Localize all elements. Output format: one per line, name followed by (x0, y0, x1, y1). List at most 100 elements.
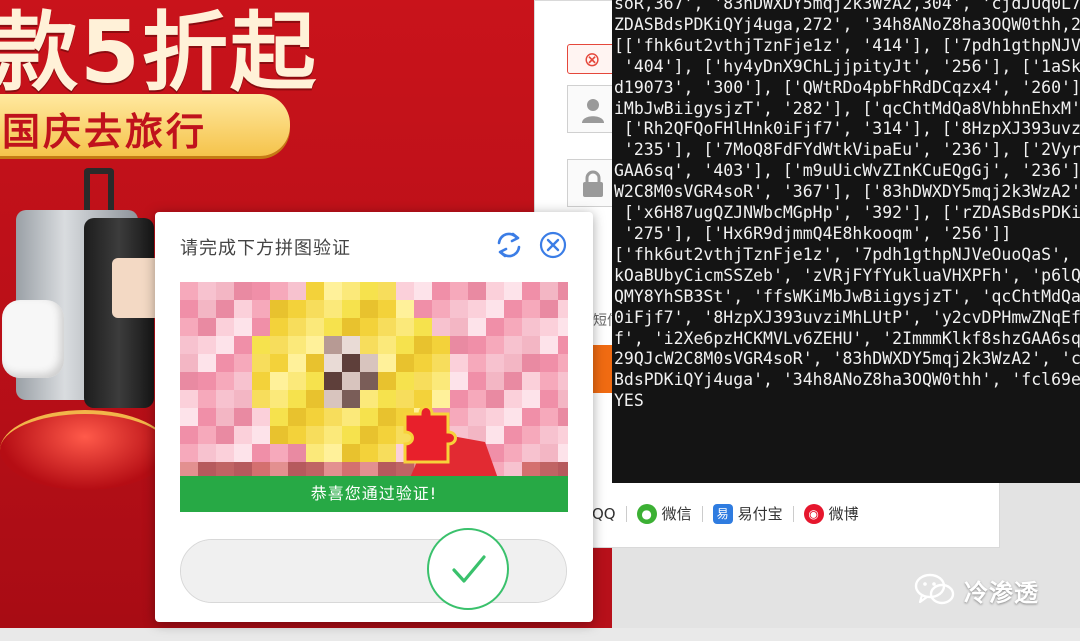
social-weibo-label: 微博 (828, 505, 859, 523)
terminal-line: ZDASBdsPDKiQYj4uga,272', '34h8ANoZ8ha3OQ… (614, 14, 1080, 34)
mosaic-tile (378, 444, 396, 462)
mosaic-tile (288, 444, 306, 462)
mosaic-tile (360, 426, 378, 444)
terminal-line: kOaBUbyCicmSSZeb', 'zVRjFYfYukluaVHXPFh'… (614, 265, 1080, 285)
mosaic-tile (180, 372, 198, 390)
mosaic-tile (216, 390, 234, 408)
mosaic-tile (270, 354, 288, 372)
mosaic-tile (558, 282, 568, 300)
mosaic-tile (396, 282, 414, 300)
mosaic-tile (252, 408, 270, 426)
mosaic-tile (432, 354, 450, 372)
mosaic-tile (198, 354, 216, 372)
mosaic-tile (378, 426, 396, 444)
mosaic-tile (540, 318, 558, 336)
mosaic-tile (324, 390, 342, 408)
mosaic-tile (342, 282, 360, 300)
mosaic-tile (270, 282, 288, 300)
mosaic-tile (558, 354, 568, 372)
mosaic-tile (288, 318, 306, 336)
terminal-line: '404'], ['hy4yDnX9ChLjjpityJt', '256'], … (614, 56, 1080, 76)
social-wechat[interactable]: ● 微信 (636, 503, 692, 524)
mosaic-tile (450, 318, 468, 336)
social-yifubao[interactable]: 易 易付宝 (712, 503, 783, 524)
mosaic-tile (198, 372, 216, 390)
mosaic-tile (270, 444, 288, 462)
mosaic-tile (306, 318, 324, 336)
mosaic-tile (180, 282, 198, 300)
mosaic-tile (378, 372, 396, 390)
mosaic-tile (342, 318, 360, 336)
mosaic-tile (468, 282, 486, 300)
mosaic-tile (180, 318, 198, 336)
watermark: 冷渗透 (914, 572, 1039, 608)
mosaic-tile (414, 354, 432, 372)
mosaic-tile (234, 282, 252, 300)
mosaic-tile (522, 408, 540, 426)
mosaic-tile (216, 354, 234, 372)
terminal-line: f', 'i2Xe6pzHCKMVLv6ZEHU', '2ImmmKlkf8sh… (614, 328, 1080, 348)
mosaic-tile (324, 426, 342, 444)
mosaic-tile (504, 426, 522, 444)
mosaic-tile (216, 336, 234, 354)
mosaic-tile (522, 444, 540, 462)
mosaic-tile (486, 354, 504, 372)
mosaic-tile (558, 336, 568, 354)
mosaic-tile (216, 282, 234, 300)
username-field[interactable] (567, 85, 617, 133)
mosaic-tile (468, 408, 486, 426)
terminal-line: soR,367', '83hDWXDY5mqj2k3WzA2,304', 'cj… (614, 0, 1080, 13)
mosaic-tile (306, 408, 324, 426)
mosaic-tile (216, 318, 234, 336)
divider (625, 505, 627, 522)
mosaic-tile (342, 372, 360, 390)
mosaic-tile (270, 372, 288, 390)
mosaic-tile (558, 318, 568, 336)
divider (701, 505, 703, 522)
terminal-line: QMY8YhSB3St', 'ffsWKiMbJwBiigysjzT', 'qc… (614, 286, 1080, 306)
mosaic-tile (360, 336, 378, 354)
mosaic-tile (306, 336, 324, 354)
mosaic-tile (324, 300, 342, 318)
mosaic-tile (198, 336, 216, 354)
mosaic-tile (216, 300, 234, 318)
slider-handle[interactable] (427, 528, 509, 610)
mosaic-tile (270, 300, 288, 318)
mosaic-tile (180, 426, 198, 444)
mosaic-tile (234, 336, 252, 354)
slider-track[interactable] (180, 528, 567, 610)
mosaic-tile (540, 300, 558, 318)
captcha-title: 请完成下方拼图验证 (180, 238, 351, 259)
mosaic-tile (252, 390, 270, 408)
mosaic-tile (342, 426, 360, 444)
mosaic-tile (234, 426, 252, 444)
mosaic-tile (270, 408, 288, 426)
mosaic-tile (252, 354, 270, 372)
mosaic-tile (270, 318, 288, 336)
mosaic-tile (342, 444, 360, 462)
lock-icon (583, 170, 603, 197)
mosaic-tile (270, 390, 288, 408)
mosaic-tile (180, 408, 198, 426)
mosaic-tile (468, 390, 486, 408)
mosaic-tile (396, 354, 414, 372)
mosaic-tile (378, 282, 396, 300)
mosaic-tile (360, 390, 378, 408)
terminal-line: BdsPDKiQYj4uga', '34h8ANoZ8ha3OQW0thh', … (614, 370, 1080, 390)
mosaic-tile (450, 354, 468, 372)
mosaic-tile (486, 300, 504, 318)
checkmark-icon (452, 555, 486, 583)
close-icon[interactable] (539, 231, 567, 259)
social-weibo[interactable]: ◉ 微博 (803, 503, 859, 524)
mosaic-tile (432, 372, 450, 390)
mosaic-tile (324, 336, 342, 354)
mosaic-tile (378, 390, 396, 408)
mosaic-tile (540, 390, 558, 408)
mosaic-tile (342, 300, 360, 318)
social-qq[interactable]: QQ (592, 505, 616, 523)
mosaic-tile (216, 444, 234, 462)
mosaic-tile (486, 408, 504, 426)
refresh-icon[interactable] (494, 230, 524, 260)
terminal-line: iMbJwBiigysjzT', '282'], ['qcChtMdQa8Vhb… (614, 98, 1080, 118)
password-field[interactable] (567, 159, 617, 207)
